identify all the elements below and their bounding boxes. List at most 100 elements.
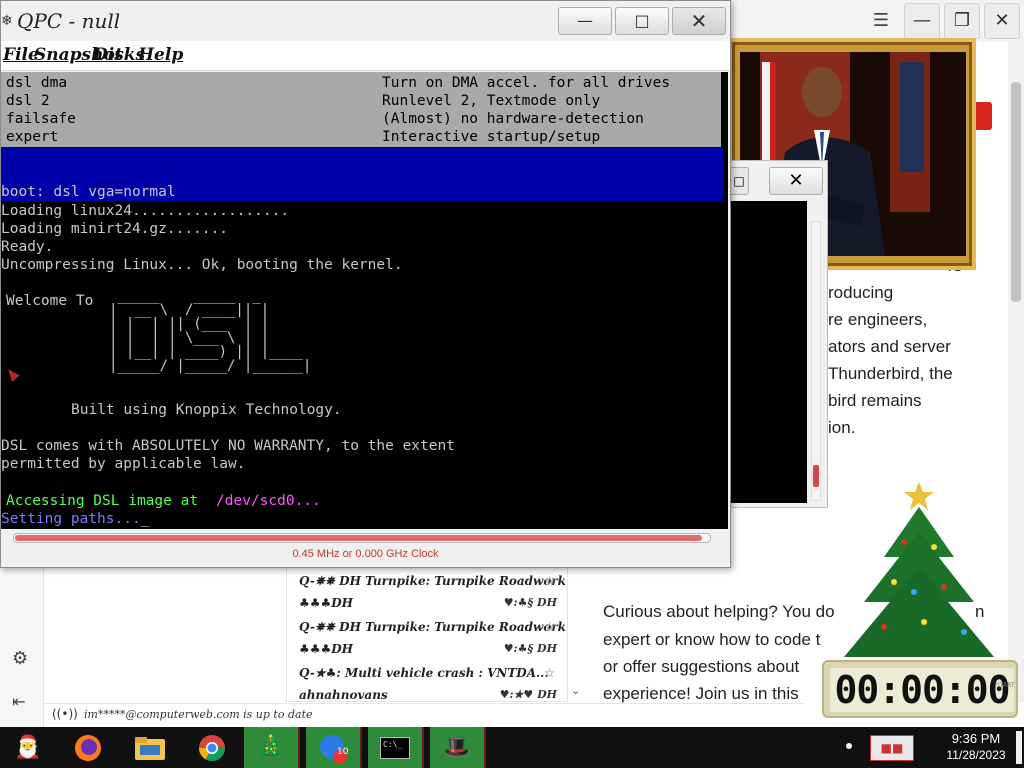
close-button[interactable]: ✕	[769, 167, 823, 195]
show-desktop-button[interactable]	[1016, 731, 1022, 764]
boot-option-desc: Interactive startup/setup	[382, 129, 601, 145]
chrome-icon[interactable]	[184, 727, 240, 768]
scrollbar-thumb[interactable]	[813, 465, 819, 487]
boot-option-cmd: dsl 2	[6, 93, 50, 109]
firefox-icon[interactable]	[60, 727, 116, 768]
progress-fill	[15, 535, 702, 541]
status-text: im*****@computerweb.com is up to date	[84, 708, 313, 721]
boot-option-cmd: dsl dma	[6, 75, 68, 91]
warranty-text: DSL comes with ABSOLUTELY NO WARRANTY, t…	[1, 438, 455, 454]
christmas-tree-gadget[interactable]	[824, 482, 1014, 682]
accessing-path: /dev/scd0...	[216, 493, 321, 509]
menu-help[interactable]: Help	[138, 45, 183, 65]
warranty-text: permitted by applicable law.	[1, 456, 246, 472]
chevron-down-icon[interactable]: ⌄	[571, 684, 580, 697]
timer-widget[interactable]: 00:00:00 START	[822, 660, 1018, 718]
maximize-button[interactable]: □	[615, 7, 669, 35]
article-bottom-line: expert or know how to code t	[603, 630, 821, 649]
taskbar: 🎅 🎄 10 C:\_ 🎩 ■■ 9:36 PM 11/28/2023	[0, 727, 1024, 768]
text-cursor: _	[140, 511, 150, 527]
boot-options-menu: dsl dma Turn on DMA accel. for all drive…	[1, 72, 721, 147]
restore-button[interactable]: □	[729, 167, 749, 195]
timer-start-label[interactable]: START	[996, 682, 1015, 689]
article-bottom-line: experience! Join us in this	[603, 684, 799, 703]
clock-speed-label: 0.45 MHz or 0.000 GHz Clock	[292, 548, 439, 560]
chrome-logo	[198, 734, 226, 761]
gear-icon[interactable]: ⚙	[12, 648, 28, 669]
article-bottom-line: or offer suggestions about	[603, 657, 800, 676]
close-button[interactable]: ✕	[984, 3, 1020, 39]
list-item[interactable]: Q-✵✵ DH Turnpike: Turnpike Roadwork... ☆	[287, 616, 567, 638]
scrollbar-thumb[interactable]	[1011, 82, 1021, 302]
magic-hat-icon[interactable]: 🎩	[430, 727, 486, 768]
minimize-button[interactable]: —	[904, 3, 940, 39]
progress-bar	[13, 533, 711, 543]
clock-time[interactable]: 9:36 PM	[940, 731, 1012, 746]
notification-list[interactable]: Q-✵✵ DH Turnpike: Turnpike Roadwork... ☆ …	[286, 566, 568, 702]
article-line: Thunderbird, the	[828, 364, 953, 383]
article-line: re engineers,	[828, 310, 928, 329]
boot-option-cmd: expert	[6, 129, 59, 145]
minimize-button[interactable]: —	[558, 7, 612, 35]
boot-option-desc: (Almost) no hardware-detection	[382, 111, 644, 127]
terminal-line: Uncompressing Linux... Ok, booting the k…	[1, 257, 403, 273]
left-rail: ⚙ ⇤	[0, 560, 44, 730]
close-button[interactable]: ✕	[672, 7, 726, 35]
boot-option-cmd: failsafe	[6, 111, 76, 127]
terminal-glyph: C:\_	[380, 736, 410, 759]
command-prompt-icon[interactable]: C:\_	[368, 727, 424, 768]
star-icon[interactable]: ☆	[544, 662, 555, 684]
status-area: 0.45 MHz or 0.000 GHz Clock	[1, 529, 730, 567]
timer-display: 00:00:00	[830, 668, 1014, 712]
broadcast-icon: ((•))	[52, 707, 78, 721]
article-line: bird remains	[828, 391, 922, 410]
app-icon: ❄	[1, 13, 13, 29]
dsl-logo: _____ _____ _ | __ \ / ____|| | | | | ||…	[109, 288, 312, 374]
terminal-line: Loading linux24..................	[1, 203, 290, 219]
star-icon[interactable]: ☆	[544, 570, 555, 592]
secondary-scrollbar[interactable]	[811, 221, 821, 501]
file-explorer-icon[interactable]	[122, 727, 178, 768]
menu-bar: File Snapshot Disks Help	[1, 41, 730, 71]
mouse-cursor-icon	[4, 366, 20, 382]
window-titlebar[interactable]: ❄ QPC - null — □ ✕	[1, 1, 730, 41]
tray-dot-icon[interactable]	[846, 743, 852, 749]
santa-start-icon[interactable]: 🎅	[0, 727, 56, 768]
star-icon[interactable]: ☆	[544, 616, 555, 638]
welcome-text: Welcome To	[6, 293, 94, 309]
accessing-text: Accessing DSL image at	[6, 493, 207, 509]
article-line: roducing	[828, 283, 894, 302]
terminal-line: Loading minirt24.gz.......	[1, 221, 228, 237]
secondary-terminal[interactable]	[729, 201, 807, 503]
folder-logo	[135, 736, 165, 760]
article-bottom-line: Curious about helping? You do	[603, 602, 835, 621]
list-item[interactable]: Q-✵✵ DH Turnpike: Turnpike Roadwork... ☆	[287, 570, 567, 592]
clock-date[interactable]: 11/28/2023	[940, 748, 1012, 762]
messenger-icon[interactable]: 10	[306, 727, 362, 768]
boot-prompt: boot: dsl vga=normal	[1, 184, 176, 200]
secondary-window: □ ✕	[728, 160, 828, 508]
collapse-icon[interactable]: ⇤	[12, 692, 25, 711]
status-bar: ((•)) im*****@computerweb.com is up to d…	[44, 703, 804, 727]
article-line: ion.	[828, 418, 856, 437]
built-using-text: Built using Knoppix Technology.	[71, 402, 342, 418]
boot-option-desc: Turn on DMA accel. for all drives	[382, 75, 671, 91]
boot-option-desc: Runlevel 2, Textmode only	[382, 93, 601, 109]
terminal-line: Ready.	[1, 239, 54, 255]
setting-paths-label: Setting paths...	[1, 511, 141, 527]
tray-app-icon[interactable]: ■■	[870, 735, 914, 761]
list-item[interactable]: ♣♣♣DH ♥:♣§ DH	[287, 638, 567, 660]
list-item[interactable]: Q-★♣: Multi vehicle crash : VNTDA... ☆	[287, 662, 567, 684]
article-line: ators and server	[828, 337, 951, 356]
christmas-tree-taskbar-icon[interactable]: 🎄	[244, 727, 300, 768]
menu-icon[interactable]: ☰	[868, 10, 894, 32]
emulator-window: ❄ QPC - null — □ ✕ File Snapshot Disks H…	[0, 0, 731, 568]
setting-paths-text: Setting paths..._	[1, 510, 149, 528]
firefox-logo	[75, 734, 101, 761]
notification-badge: 10	[337, 747, 349, 757]
list-item[interactable]: ahnahnovans ♥:★♥ DH	[287, 684, 567, 701]
list-item[interactable]: ♣♣♣DH ♥:♣§ DH	[287, 592, 567, 614]
window-title: QPC - null	[17, 9, 121, 33]
emulator-screen[interactable]: dsl dma Turn on DMA accel. for all drive…	[1, 72, 728, 529]
restore-button[interactable]: ❐	[944, 3, 980, 39]
